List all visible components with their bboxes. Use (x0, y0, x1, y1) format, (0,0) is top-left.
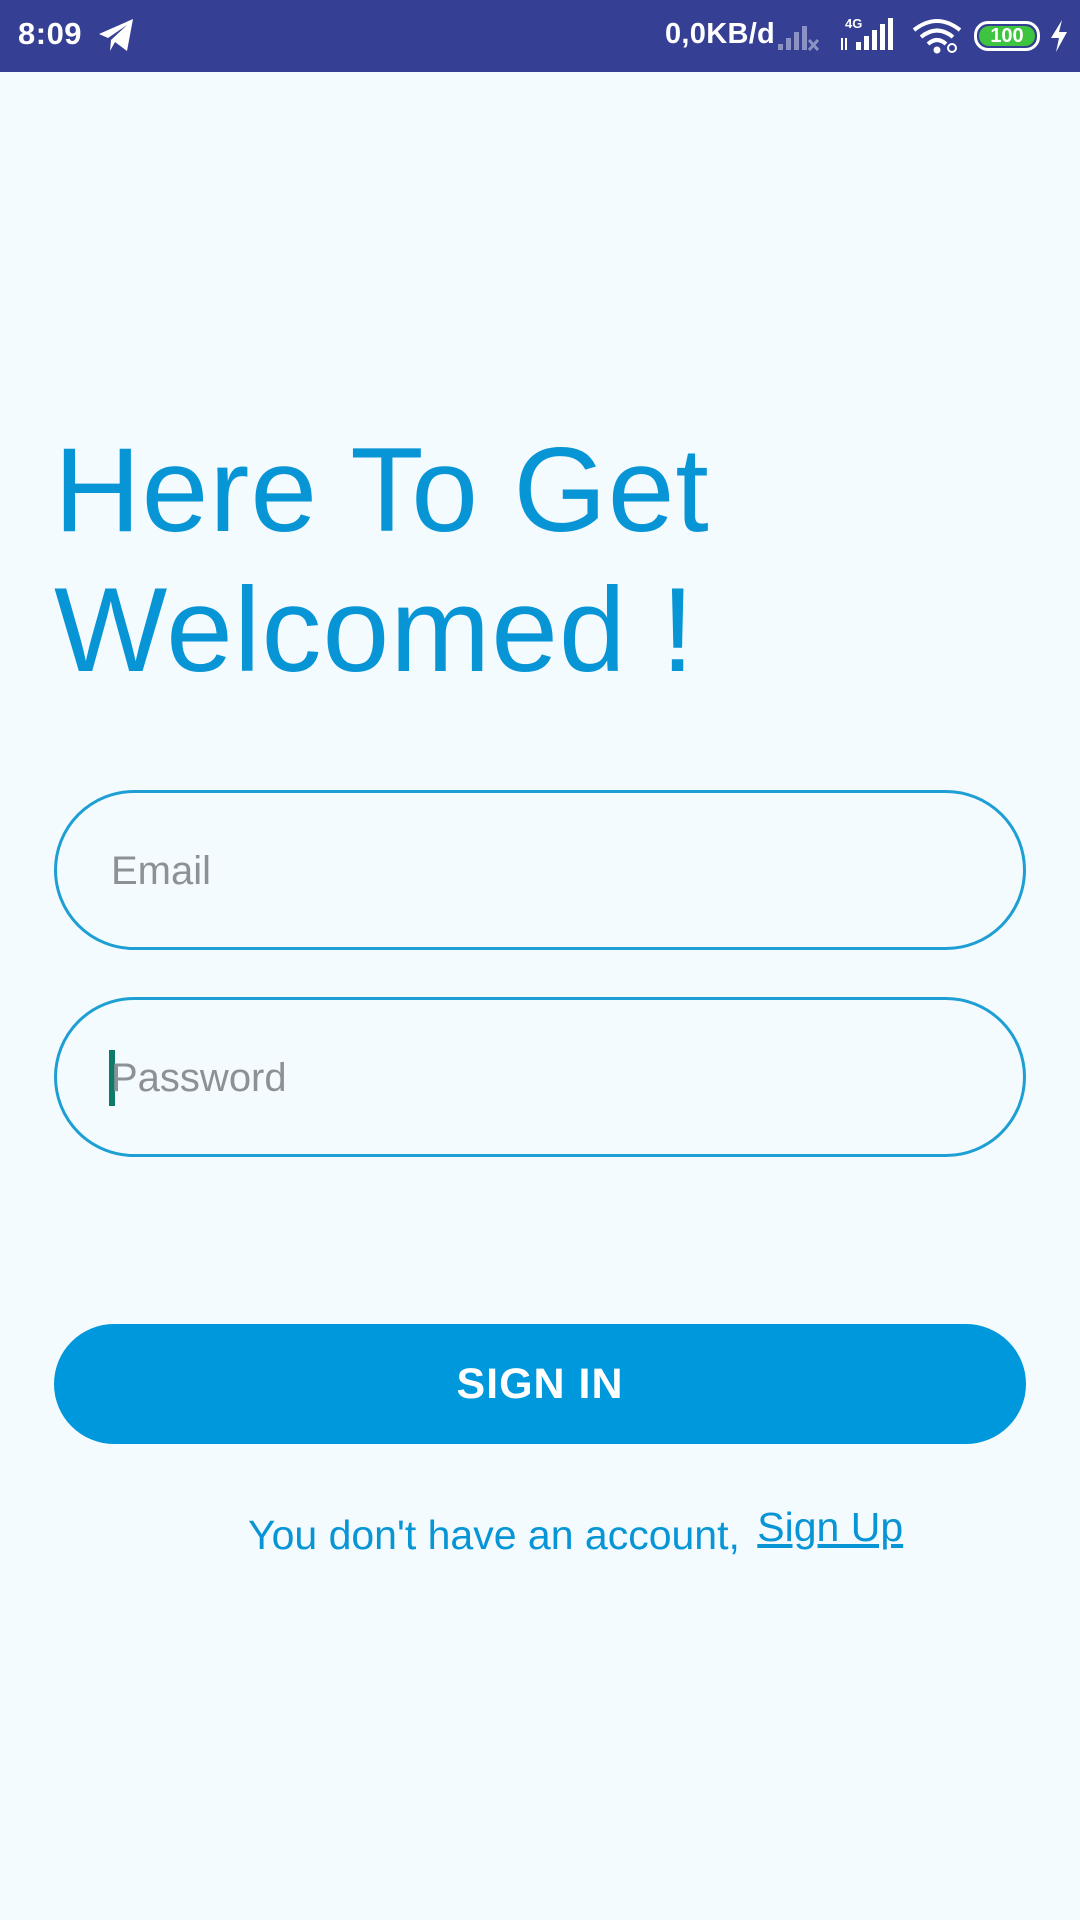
status-bar: 8:09 0,0KB/d 4G 100 (0, 0, 1080, 72)
charging-icon (1051, 20, 1067, 52)
sign-up-link[interactable]: Sign Up (757, 1504, 903, 1551)
email-placeholder: Email (111, 849, 212, 893)
wifi-icon (912, 19, 962, 54)
password-placeholder: Password (111, 1056, 287, 1100)
signal-icon (778, 26, 820, 52)
sign-in-button[interactable]: SIGN IN (54, 1324, 1026, 1444)
page-title-line-2: Welcomed ! (54, 563, 696, 697)
page-title-line-1: Here To Get (54, 423, 710, 557)
page-title: Here To Get Welcomed ! (54, 420, 854, 700)
email-field[interactable]: Email (54, 790, 1026, 950)
battery-icon: 100 (974, 21, 1040, 51)
signal-icon (841, 18, 893, 50)
battery-level: 100 (979, 26, 1035, 46)
telegram-icon (99, 19, 133, 51)
network-speed: 0,0KB/d (665, 18, 776, 50)
signup-row: You don't have an account, Sign Up (248, 1504, 903, 1559)
signup-prompt: You don't have an account, (248, 1512, 740, 1558)
password-field[interactable]: Password (54, 997, 1026, 1157)
status-time: 8:09 (18, 16, 83, 51)
